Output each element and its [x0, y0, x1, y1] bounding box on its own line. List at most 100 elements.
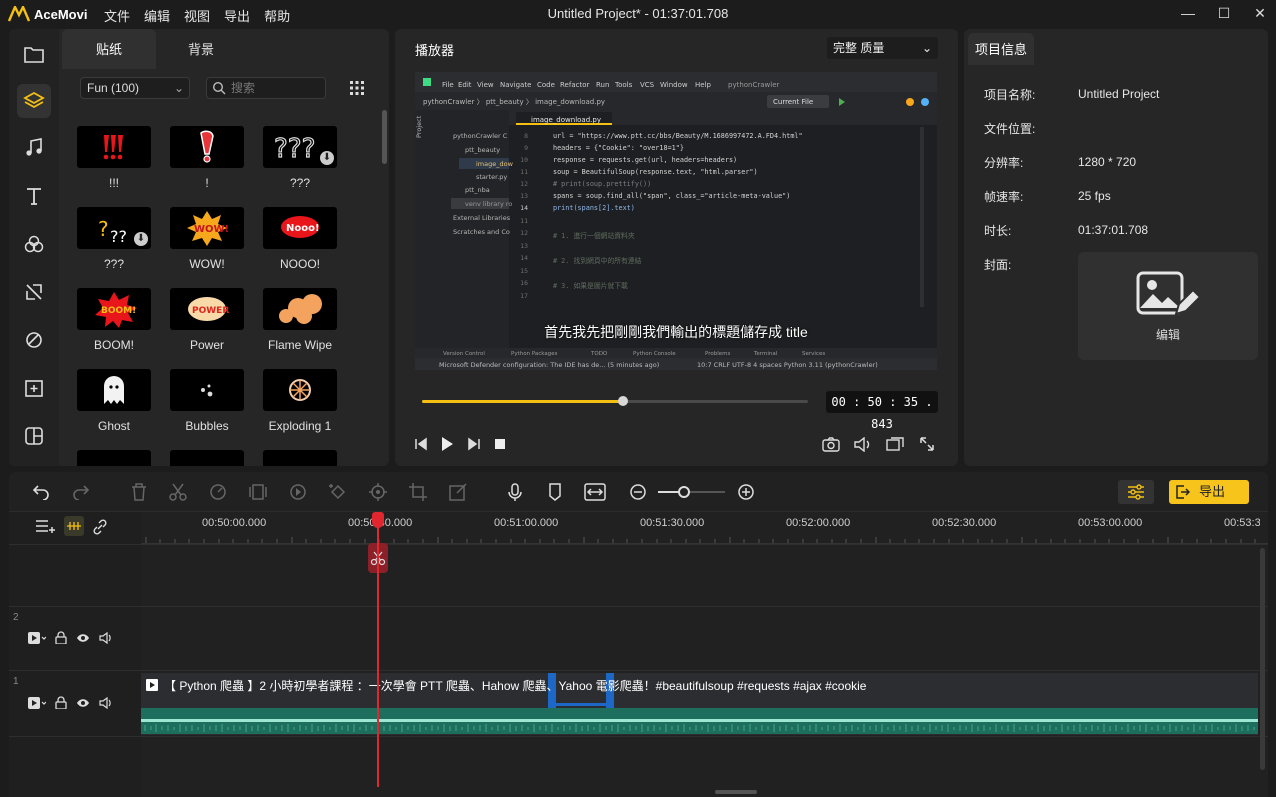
download-icon[interactable]: ⬇ — [320, 151, 334, 165]
video-track-icon[interactable] — [28, 631, 47, 647]
sticker-item[interactable]: !!! — [76, 126, 152, 190]
crop-frame-icon[interactable] — [247, 482, 269, 502]
lock-icon[interactable] — [55, 631, 67, 647]
cover-edit-button[interactable] — [1078, 252, 1258, 360]
line-number: 16 — [520, 279, 528, 287]
zoom-slider-handle[interactable] — [678, 486, 690, 498]
marker-icon[interactable] — [544, 482, 566, 502]
layers-icon[interactable] — [17, 84, 51, 118]
sticker-item[interactable]: Bubbles — [169, 369, 245, 433]
sticker-item[interactable]: Exploding 1 — [262, 369, 338, 433]
delete-icon[interactable] — [128, 482, 150, 502]
search-icon — [212, 81, 226, 95]
sticker-item[interactable]: Flame Wipe — [262, 288, 338, 352]
edit-icon[interactable] — [447, 482, 469, 502]
tab-project-info[interactable]: 项目信息 — [968, 33, 1034, 65]
keyframe-icon[interactable] — [327, 482, 349, 502]
menu-file[interactable]: 文件 — [104, 6, 130, 25]
fullscreen-icon[interactable] — [917, 435, 937, 453]
sticker-item[interactable]: ??? ⬇ ??? — [76, 207, 152, 271]
search-input[interactable]: 搜索 — [206, 77, 326, 99]
folder-icon[interactable] — [17, 37, 51, 71]
ruler-label: 00:51:00.000 — [494, 517, 559, 529]
effects-icon[interactable] — [17, 227, 51, 261]
speaker-icon[interactable] — [99, 631, 113, 647]
eye-icon[interactable] — [76, 697, 90, 711]
info-label: 分辨率: — [984, 156, 1024, 170]
menu-help[interactable]: 帮助 — [264, 6, 290, 25]
scissors-icon[interactable] — [167, 482, 189, 502]
tab-backgrounds[interactable]: 背景 — [154, 29, 248, 69]
crop-icon[interactable] — [407, 482, 429, 502]
download-icon[interactable]: ⬇ — [134, 232, 148, 246]
timeline-horizontal-scrollbar[interactable] — [715, 790, 757, 794]
menu-export[interactable]: 导出 — [224, 6, 250, 25]
sticker-item[interactable]: POWER Power — [169, 288, 245, 352]
eye-icon[interactable] — [76, 632, 90, 646]
play-range-icon[interactable] — [287, 482, 309, 502]
timeline-vertical-scrollbar[interactable] — [1260, 548, 1265, 770]
sticker-item[interactable] — [262, 450, 338, 466]
split-screen-icon[interactable] — [17, 419, 51, 453]
next-frame-icon[interactable] — [464, 435, 484, 453]
ide-menu-file: File — [442, 81, 454, 89]
add-media-icon[interactable] — [17, 371, 51, 405]
audio-waveform[interactable] — [141, 708, 1258, 734]
acemovi-logo-icon — [8, 6, 30, 22]
speed-icon[interactable] — [207, 482, 229, 502]
filter-icon[interactable] — [17, 323, 51, 357]
minimize-icon[interactable]: — — [1180, 4, 1196, 22]
menu-edit[interactable]: 编辑 — [144, 6, 170, 25]
ide-tree-item: image_dow — [476, 160, 514, 168]
export-button[interactable]: 导出 — [1169, 480, 1249, 504]
zoom-out-icon[interactable] — [627, 482, 649, 502]
text-icon[interactable] — [17, 179, 51, 213]
undo-icon[interactable] — [30, 482, 52, 502]
target-icon[interactable] — [367, 482, 389, 502]
fit-timeline-icon[interactable] — [584, 482, 606, 502]
snapshot-icon[interactable] — [821, 435, 841, 453]
sticker-item[interactable]: BOOM! BOOM! — [76, 288, 152, 352]
timeline-settings-button[interactable] — [1118, 480, 1154, 504]
tab-stickers[interactable]: 贴纸 — [62, 29, 156, 69]
ide-menu-window: Window — [660, 81, 688, 89]
menu-bar: 文件 编辑 视图 导出 帮助 — [104, 6, 290, 25]
svg-text:??: ?? — [110, 227, 127, 244]
sticker-item[interactable]: Ghost — [76, 369, 152, 433]
stop-icon[interactable] — [490, 435, 510, 453]
grid-view-icon[interactable] — [349, 80, 365, 96]
zoom-in-icon[interactable] — [735, 482, 757, 502]
music-icon[interactable] — [17, 131, 51, 165]
add-track-icon[interactable] — [35, 518, 57, 537]
maximize-icon[interactable]: ☐ — [1216, 4, 1232, 22]
link-icon[interactable] — [92, 519, 108, 538]
category-select[interactable]: Fun (100) ⌄ — [80, 77, 190, 99]
seek-handle[interactable] — [617, 396, 628, 406]
menu-view[interactable]: 视图 — [184, 6, 210, 25]
sticker-label: ! — [205, 176, 209, 190]
video-track-icon[interactable] — [28, 696, 47, 712]
volume-icon[interactable] — [853, 435, 873, 453]
library-scrollbar[interactable] — [382, 110, 387, 164]
transition-icon[interactable] — [17, 275, 51, 309]
sticker-item[interactable]: WOW! WOW! — [169, 207, 245, 271]
aspect-ratio-icon[interactable] — [885, 435, 905, 453]
sticker-item[interactable]: Nooo! NOOO! — [262, 207, 338, 271]
playhead-handle[interactable] — [372, 512, 384, 528]
microphone-icon[interactable] — [504, 482, 526, 502]
sticker-art-text: WOW! — [194, 224, 229, 235]
redo-icon[interactable] — [70, 482, 92, 502]
speaker-icon[interactable] — [99, 696, 113, 712]
prev-frame-icon[interactable] — [411, 435, 431, 453]
play-icon[interactable] — [437, 435, 457, 453]
lock-icon[interactable] — [55, 696, 67, 712]
sticker-item[interactable]: ! — [169, 126, 245, 190]
close-icon[interactable]: ✕ — [1252, 4, 1268, 22]
sticker-item[interactable] — [169, 450, 245, 466]
sticker-item[interactable]: ??? ⬇ ??? — [262, 126, 338, 190]
sticker-item[interactable] — [76, 450, 152, 466]
snap-toggle[interactable] — [64, 516, 84, 536]
quality-select[interactable]: 完整 质量 ⌄ — [827, 37, 938, 59]
ide-run-config: Current File — [773, 98, 813, 106]
playhead[interactable] — [377, 514, 379, 787]
